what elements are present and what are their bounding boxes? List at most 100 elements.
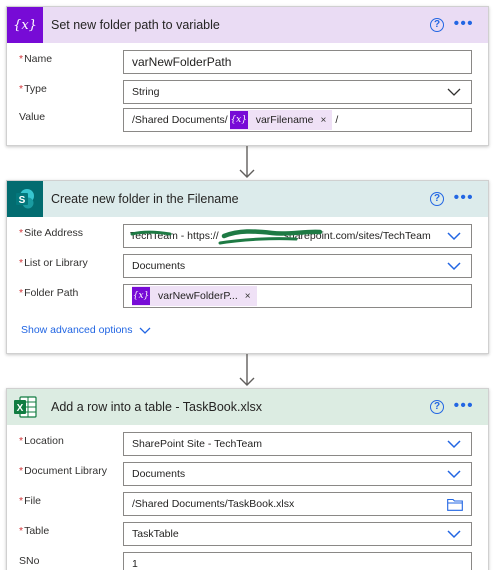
help-icon[interactable]: ? (430, 400, 444, 414)
required-marker: * (19, 83, 24, 95)
folder-path-label: *Folder Path (19, 287, 78, 299)
connector-arrow-icon (239, 146, 255, 178)
document-library-label-text: Document Library (24, 465, 107, 477)
required-marker: * (19, 465, 24, 477)
chevron-down-icon[interactable] (447, 86, 461, 98)
remove-token-icon[interactable]: × (245, 291, 251, 302)
token-label: varFilename (255, 114, 314, 126)
value-prefix: /Shared Documents/ (132, 114, 228, 126)
svg-text:{x}: {x} (14, 18, 36, 33)
document-library-dropdown[interactable]: Documents (123, 462, 472, 486)
site-address-label: *Site Address (19, 227, 83, 239)
variable-icon: {x} (7, 7, 43, 43)
file-row: *File /Shared Documents/TaskBook.xlsx (7, 492, 488, 518)
type-value: String (132, 86, 160, 98)
connector-arrow-icon (239, 354, 255, 386)
required-marker: * (19, 227, 24, 239)
required-marker: * (19, 525, 24, 537)
chevron-down-icon (139, 327, 151, 335)
more-options-icon[interactable]: ••• (454, 15, 474, 32)
svg-text:S: S (19, 195, 26, 206)
document-library-label: *Document Library (19, 465, 107, 477)
chevron-down-icon[interactable] (447, 528, 461, 540)
type-label-text: Type (24, 83, 47, 95)
type-dropdown[interactable]: String (123, 80, 472, 104)
sno-row: SNo 1 (7, 552, 488, 570)
location-row: *Location SharePoint Site - TechTeam (7, 432, 488, 458)
location-label-text: Location (24, 435, 64, 447)
name-label: *Name (19, 53, 52, 65)
chevron-down-icon[interactable] (447, 468, 461, 480)
table-row: *Table TaskTable (7, 522, 488, 548)
type-label: *Type (19, 83, 47, 95)
type-row: *Type String (7, 80, 488, 106)
sno-label: SNo (19, 555, 40, 567)
location-label: *Location (19, 435, 64, 447)
show-advanced-options-label: Show advanced options (21, 324, 133, 336)
folder-path-field[interactable]: {x} varNewFolderP... × (123, 284, 472, 308)
value-label: Value (19, 111, 46, 123)
sno-value: 1 (132, 558, 138, 570)
table-dropdown[interactable]: TaskTable (123, 522, 472, 546)
chevron-down-icon[interactable] (447, 230, 461, 242)
svg-text:X: X (17, 403, 24, 414)
redaction-scribble (130, 229, 323, 245)
name-field[interactable]: varNewFolderPath (123, 50, 472, 74)
value-field[interactable]: /Shared Documents/ {x} varFilename × / (123, 108, 472, 132)
chevron-down-icon[interactable] (447, 260, 461, 272)
table-value: TaskTable (132, 528, 179, 540)
variable-icon: {x} (132, 287, 150, 305)
file-field[interactable]: /Shared Documents/TaskBook.xlsx (123, 492, 472, 516)
list-library-row: *List or Library Documents (7, 254, 488, 280)
help-icon[interactable]: ? (430, 18, 444, 32)
required-marker: * (19, 495, 24, 507)
folder-path-row: *Folder Path {x} varNewFolderP... × (7, 284, 488, 310)
document-library-value: Documents (132, 468, 186, 480)
site-address-row: *Site Address TechTeam - https:// .share… (7, 224, 488, 250)
value-row: Value /Shared Documents/ {x} varFilename… (7, 108, 488, 134)
varnewfolderpath-token[interactable]: {x} varNewFolderP... × (132, 286, 257, 306)
site-address-dropdown[interactable]: TechTeam - https:// .sharepoint.com/site… (123, 224, 472, 248)
list-library-label: *List or Library (19, 257, 88, 269)
set-variable-title: Set new folder path to variable (51, 18, 220, 32)
add-row-header[interactable]: X Add a row into a table - TaskBook.xlsx… (7, 389, 488, 425)
token-label: varNewFolderP... (158, 290, 238, 302)
add-row-card: X Add a row into a table - TaskBook.xlsx… (6, 388, 489, 570)
create-folder-title: Create new folder in the Filename (51, 192, 239, 206)
set-variable-header[interactable]: {x} Set new folder path to variable ? ••… (7, 7, 488, 43)
remove-token-icon[interactable]: × (321, 115, 327, 126)
file-value: /Shared Documents/TaskBook.xlsx (132, 498, 295, 510)
name-row: *Name varNewFolderPath (7, 50, 488, 76)
list-library-value: Documents (132, 260, 186, 272)
document-library-row: *Document Library Documents (7, 462, 488, 488)
folder-path-label-text: Folder Path (24, 287, 79, 299)
more-options-icon[interactable]: ••• (454, 189, 474, 206)
table-label: *Table (19, 525, 49, 537)
list-library-label-text: List or Library (24, 257, 88, 269)
sno-field[interactable]: 1 (123, 552, 472, 570)
chevron-down-icon[interactable] (447, 438, 461, 450)
required-marker: * (19, 287, 24, 299)
location-value: SharePoint Site - TechTeam (132, 438, 262, 450)
add-row-title: Add a row into a table - TaskBook.xlsx (51, 400, 262, 414)
file-label-text: File (24, 495, 42, 507)
sharepoint-icon: S (7, 181, 43, 217)
table-label-text: Table (24, 525, 50, 537)
create-folder-header[interactable]: S Create new folder in the Filename ? ••… (7, 181, 488, 217)
help-icon[interactable]: ? (430, 192, 444, 206)
more-options-icon[interactable]: ••• (454, 397, 474, 414)
required-marker: * (19, 435, 24, 447)
excel-icon: X (7, 389, 43, 425)
list-library-dropdown[interactable]: Documents (123, 254, 472, 278)
file-label: *File (19, 495, 41, 507)
folder-icon[interactable] (447, 498, 463, 511)
name-value: varNewFolderPath (132, 55, 232, 69)
value-suffix: / (335, 114, 339, 126)
location-dropdown[interactable]: SharePoint Site - TechTeam (123, 432, 472, 456)
varfilename-token[interactable]: {x} varFilename × (229, 110, 333, 130)
variable-icon: {x} (229, 111, 248, 129)
set-variable-card: {x} Set new folder path to variable ? ••… (6, 6, 489, 146)
name-label-text: Name (24, 53, 53, 65)
show-advanced-options[interactable]: Show advanced options (21, 324, 151, 336)
create-folder-card: S Create new folder in the Filename ? ••… (6, 180, 489, 354)
